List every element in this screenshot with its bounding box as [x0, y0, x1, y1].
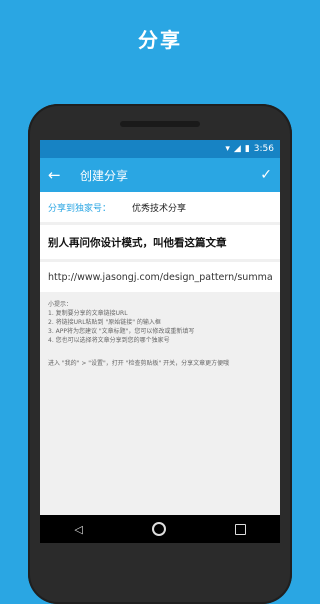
share-to-value[interactable]: 优秀技术分享: [132, 201, 186, 214]
phone-frame: ▾ ◢ ▮ 3:56 ← 创建分享 ✓ 分享到独家号： 优秀技术分享 别人再问你…: [28, 104, 292, 604]
nav-recent-apps-icon[interactable]: [234, 523, 246, 535]
tip-item: 1. 复制要分享的文章链接URL: [48, 310, 128, 317]
phone-screen: ▾ ◢ ▮ 3:56 ← 创建分享 ✓ 分享到独家号： 优秀技术分享 别人再问你…: [40, 140, 280, 543]
tips-section: 小提示： 1. 复制要分享的文章链接URL 2. 将链接URL粘贴到 "原始链接…: [40, 292, 280, 368]
tip-item: 3. APP将为您建议 "文章标题"，您可以修改或重新填写: [48, 328, 195, 335]
app-toolbar: ← 创建分享 ✓: [40, 158, 280, 192]
confirm-check-icon[interactable]: ✓: [260, 167, 272, 183]
signal-icon: ◢: [233, 144, 241, 154]
battery-icon: ▮: [244, 144, 250, 154]
back-arrow-icon[interactable]: ←: [48, 166, 68, 184]
tip-item: 2. 将链接URL粘贴到 "原始链接" 的输入框: [48, 319, 161, 326]
tip-item: 4. 您也可以选择将文章分享到您的哪个独家号: [48, 337, 170, 344]
share-to-label: 分享到独家号：: [48, 203, 112, 214]
nav-back-icon[interactable]: ◁: [74, 523, 82, 536]
phone-top-bezel: [28, 104, 292, 144]
article-url-field[interactable]: http://www.jasongj.com/design_pattern/su…: [40, 262, 280, 292]
tips-heading: 小提示：: [48, 301, 73, 308]
toolbar-title: 创建分享: [80, 168, 129, 183]
promo-title: 分享: [138, 28, 182, 52]
article-title-field[interactable]: 别人再问你设计模式，叫他看这篇文章: [40, 225, 280, 259]
phone-speaker: [120, 121, 200, 127]
status-time: 3:56: [253, 144, 274, 154]
wifi-icon: ▾: [225, 144, 230, 154]
share-to-row[interactable]: 分享到独家号： 优秀技术分享: [40, 192, 280, 222]
status-bar: ▾ ◢ ▮ 3:56: [40, 140, 280, 158]
system-nav-bar: ◁: [40, 515, 280, 543]
nav-home-icon[interactable]: [151, 522, 166, 536]
tips-extra: 进入 "我的" > "设置"，打开 "检查剪贴板" 开关，分享文章更方便哦: [48, 360, 230, 367]
